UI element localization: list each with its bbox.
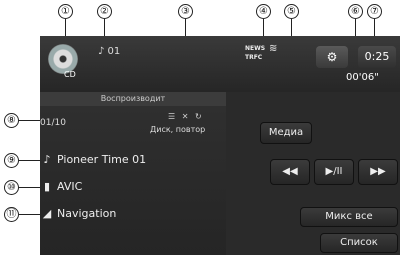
track-count: 01/10	[40, 118, 66, 128]
radio-tower-icon: ≋	[269, 43, 278, 54]
skip-forward-icon: ▶▶	[370, 166, 386, 177]
callout-2: ②	[97, 4, 112, 19]
album-row: ◢ Navigation	[40, 202, 226, 226]
callout-3: ③	[178, 4, 193, 19]
info-panel: Воспроизводит 01/10 ☰ ✕ ↻ Диск, повтор ♪…	[40, 92, 226, 255]
next-track-button[interactable]: ▶▶	[358, 159, 398, 185]
settings-button[interactable]: ⚙	[316, 46, 348, 68]
top-bar: CD ♪ 01 NEWS TRFC ≋ ⚙ 0:25 00'06"	[40, 36, 400, 92]
callout-8: ⑧	[4, 113, 19, 128]
callout-4: ④	[256, 4, 271, 19]
av-screen: CD ♪ 01 NEWS TRFC ≋ ⚙ 0:25 00'06" Воспро…	[40, 36, 400, 255]
callout-9: ⑨	[4, 153, 19, 168]
callout-1: ①	[58, 4, 73, 19]
list-button[interactable]: Список	[320, 233, 398, 253]
elapsed-time: 00'06"	[346, 72, 379, 83]
gear-icon: ⚙	[326, 50, 338, 64]
previous-track-button[interactable]: ◀◀	[270, 159, 310, 185]
playback-status: Воспроизводит	[40, 92, 226, 106]
clock: 0:25	[358, 46, 396, 68]
callout-6: ⑥	[348, 4, 363, 19]
album-name: Navigation	[57, 207, 117, 220]
track-number: ♪ 01	[98, 46, 121, 57]
artist-row: ▮ AVIC	[40, 175, 226, 199]
source-label: CD	[64, 70, 76, 79]
artist-icon: ▮	[43, 180, 51, 193]
album-icon: ◢	[42, 207, 52, 220]
track-title-row: ♪ Pioneer Time 01	[40, 148, 226, 172]
artist-name: AVIC	[57, 180, 83, 193]
news-traffic-indicator: NEWS TRFC ≋	[245, 43, 285, 65]
track-title: Pioneer Time 01	[57, 153, 147, 166]
callout-11: ⑪	[4, 207, 19, 222]
news-label: NEWS	[245, 45, 266, 52]
shuffle-all-button[interactable]: Микс все	[300, 207, 398, 227]
play-pause-button[interactable]: ▶/II	[314, 159, 354, 185]
music-note-icon: ♪	[43, 153, 51, 166]
play-pause-icon: ▶/II	[325, 166, 343, 177]
callout-5: ⑤	[284, 4, 299, 19]
repeat-mode-icons: ☰ ✕ ↻	[168, 112, 204, 121]
callout-7: ⑦	[367, 4, 382, 19]
callout-10: ⑩	[4, 180, 19, 195]
repeat-mode-label: Диск, повтор	[150, 125, 206, 134]
trfc-label: TRFC	[245, 54, 263, 61]
skip-back-icon: ◀◀	[282, 166, 298, 177]
media-button[interactable]: Медиа	[260, 122, 312, 144]
